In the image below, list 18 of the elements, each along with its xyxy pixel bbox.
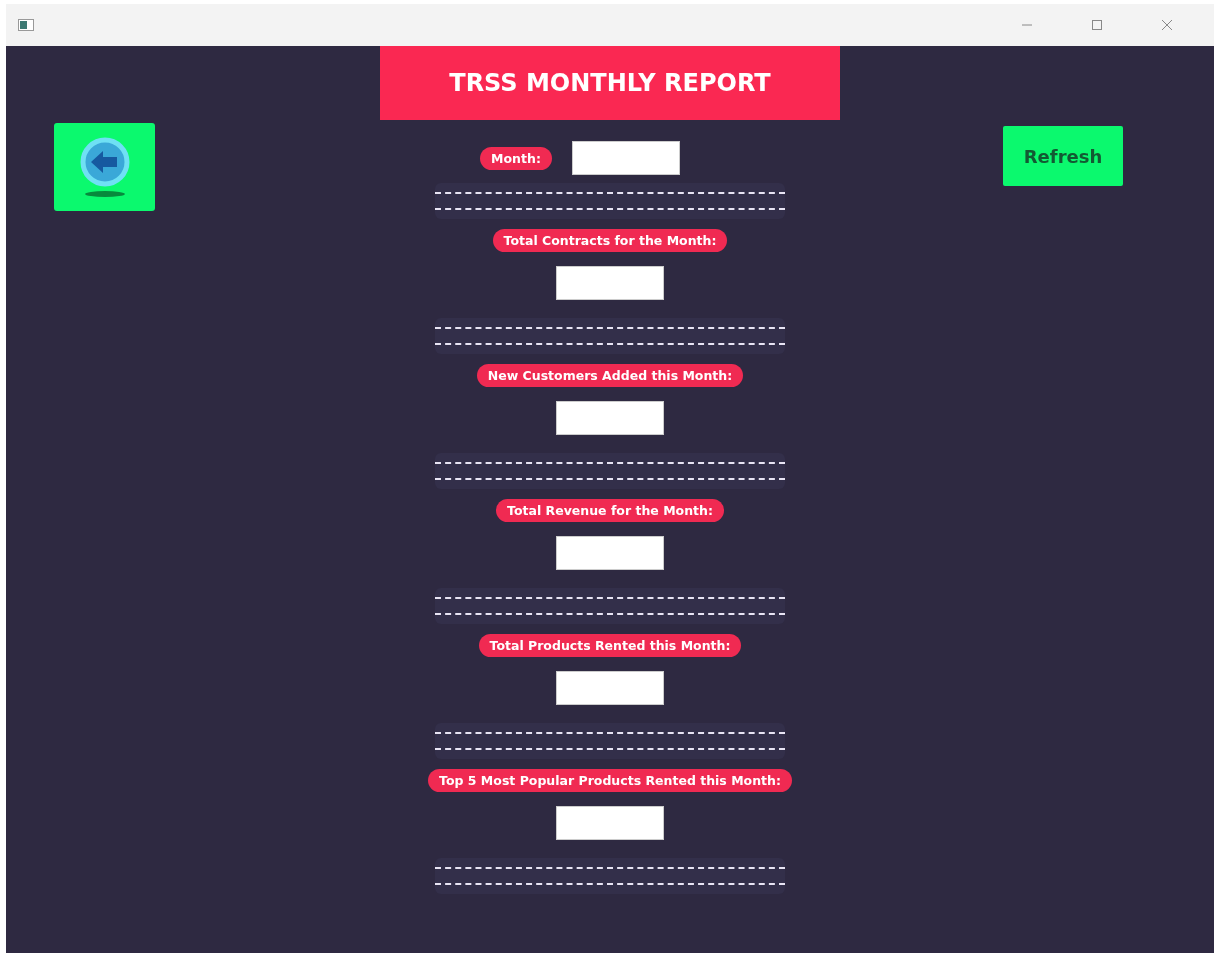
metric-field[interactable] xyxy=(556,266,664,300)
report-title: TRSS MONTHLY REPORT xyxy=(380,46,840,120)
close-icon xyxy=(1161,19,1173,31)
metric-label: Top 5 Most Popular Products Rented this Month: xyxy=(428,769,792,792)
month-label: Month: xyxy=(480,146,552,170)
month-field[interactable] xyxy=(571,141,680,175)
app-icon xyxy=(18,19,34,31)
metric-label: Total Products Rented this Month: xyxy=(478,634,742,657)
refresh-button[interactable]: Refresh xyxy=(1003,126,1123,186)
metric-label: Total Revenue for the Month: xyxy=(496,499,724,522)
back-button[interactable] xyxy=(54,123,155,211)
metric-label: New Customers Added this Month: xyxy=(476,364,744,387)
metric-field[interactable] xyxy=(556,806,664,840)
metric-field[interactable] xyxy=(556,536,664,570)
metric-label: Total Contracts for the Month: xyxy=(492,229,728,252)
maximize-icon xyxy=(1091,19,1103,31)
metric-field[interactable] xyxy=(556,401,664,435)
metric-field[interactable] xyxy=(556,671,664,705)
